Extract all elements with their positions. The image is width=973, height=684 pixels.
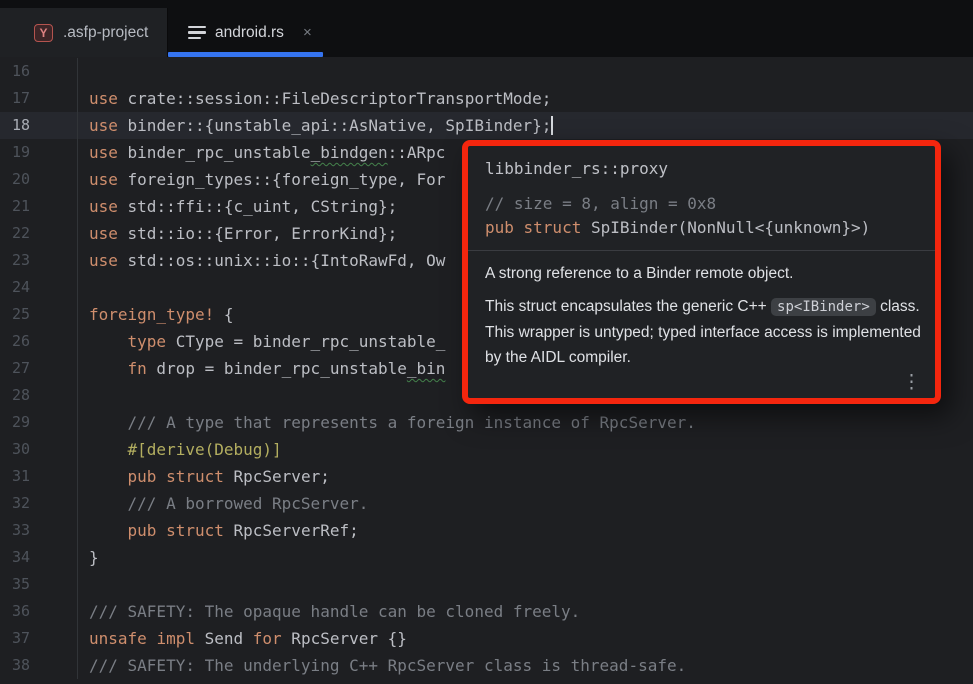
code-line[interactable]: 34} <box>0 544 973 571</box>
code-text: fn drop = binder_rpc_unstable_bin <box>78 355 445 382</box>
line-number: 17 <box>0 85 78 112</box>
code-line[interactable]: 31 pub struct RpcServer; <box>0 463 973 490</box>
line-number: 18 <box>0 112 78 139</box>
line-number: 24 <box>0 274 78 301</box>
code-line[interactable]: 17use crate::session::FileDescriptorTran… <box>0 85 973 112</box>
doc-size-comment: // size = 8, align = 0x8 <box>485 194 918 213</box>
code-text: foreign_type! { <box>78 301 234 328</box>
line-number: 27 <box>0 355 78 382</box>
line-number: 22 <box>0 220 78 247</box>
line-number: 16 <box>0 58 78 85</box>
code-line[interactable]: 30 #[derive(Debug)] <box>0 436 973 463</box>
line-number: 33 <box>0 517 78 544</box>
line-number: 30 <box>0 436 78 463</box>
code-line[interactable]: 32 /// A borrowed RpcServer. <box>0 490 973 517</box>
doc-description-2: This struct encapsulates the generic C++… <box>485 294 925 370</box>
project-tab-label: .asfp-project <box>63 24 148 42</box>
doc-description-1: A strong reference to a Binder remote ob… <box>485 265 918 283</box>
code-text: pub struct RpcServer; <box>78 463 330 490</box>
documentation-popup: libbinder_rs::proxy // size = 8, align =… <box>462 140 941 404</box>
code-text: use std::os::unix::io::{IntoRawFd, Ow <box>78 247 445 274</box>
rust-file-icon <box>188 26 206 40</box>
documentation-popup-content: libbinder_rs::proxy // size = 8, align =… <box>468 146 935 398</box>
line-number: 21 <box>0 193 78 220</box>
line-number: 28 <box>0 382 78 409</box>
line-number: 25 <box>0 301 78 328</box>
code-text: } <box>78 544 99 571</box>
code-line[interactable]: 36/// SAFETY: The opaque handle can be c… <box>0 598 973 625</box>
doc-module-path: libbinder_rs::proxy <box>485 159 918 178</box>
code-line[interactable]: 35 <box>0 571 973 598</box>
code-line[interactable]: 37unsafe impl Send for RpcServer {} <box>0 625 973 652</box>
code-text: use foreign_types::{foreign_type, For <box>78 166 445 193</box>
line-number: 32 <box>0 490 78 517</box>
doc-signature: pub struct SpIBinder(NonNull<{unknown}>) <box>485 218 918 237</box>
line-number: 26 <box>0 328 78 355</box>
line-number: 23 <box>0 247 78 274</box>
code-text: /// A borrowed RpcServer. <box>78 490 368 517</box>
text-cursor <box>551 116 553 135</box>
line-number: 19 <box>0 139 78 166</box>
line-number: 31 <box>0 463 78 490</box>
code-text: use binder::{unstable_api::AsNative, SpI… <box>78 112 553 139</box>
code-line[interactable]: 29 /// A type that represents a foreign … <box>0 409 973 436</box>
code-text: unsafe impl Send for RpcServer {} <box>78 625 407 652</box>
code-text: /// A type that represents a foreign ins… <box>78 409 696 436</box>
code-text: use crate::session::FileDescriptorTransp… <box>78 85 551 112</box>
code-text <box>78 571 89 598</box>
code-text <box>78 382 89 409</box>
close-icon[interactable]: × <box>303 25 312 40</box>
header-bar: Y .asfp-project android.rs × <box>0 0 973 57</box>
code-text: use binder_rpc_unstable_bindgen::ARpc <box>78 139 445 166</box>
more-options-icon[interactable]: ⋮ <box>902 373 921 392</box>
code-text: type CType = binder_rpc_unstable_ <box>78 328 445 355</box>
line-number: 35 <box>0 571 78 598</box>
editor-tab-android-rs[interactable]: android.rs × <box>168 8 330 57</box>
editor-tab-label: android.rs <box>215 24 284 42</box>
line-number: 34 <box>0 544 78 571</box>
line-number: 38 <box>0 652 78 679</box>
code-text: #[derive(Debug)] <box>78 436 282 463</box>
code-text: pub struct RpcServerRef; <box>78 517 359 544</box>
code-text <box>78 58 89 85</box>
line-number: 29 <box>0 409 78 436</box>
line-number: 36 <box>0 598 78 625</box>
code-line[interactable]: 18use binder::{unstable_api::AsNative, S… <box>0 112 973 139</box>
code-text: /// SAFETY: The opaque handle can be clo… <box>78 598 580 625</box>
code-text: /// SAFETY: The underlying C++ RpcServer… <box>78 652 686 679</box>
code-text <box>78 274 89 301</box>
line-number: 20 <box>0 166 78 193</box>
code-line[interactable]: 16 <box>0 58 973 85</box>
doc-divider <box>468 250 935 251</box>
code-text: use std::ffi::{c_uint, CString}; <box>78 193 397 220</box>
project-tab[interactable]: Y .asfp-project <box>0 8 168 57</box>
line-number: 37 <box>0 625 78 652</box>
inline-code-chip: sp<IBinder> <box>771 298 876 316</box>
code-line[interactable]: 38/// SAFETY: The underlying C++ RpcServ… <box>0 652 973 679</box>
code-text: use std::io::{Error, ErrorKind}; <box>78 220 397 247</box>
doc-description-2-text: This struct encapsulates the generic C++ <box>485 298 771 315</box>
code-line[interactable]: 33 pub struct RpcServerRef; <box>0 517 973 544</box>
project-file-icon: Y <box>34 24 53 42</box>
